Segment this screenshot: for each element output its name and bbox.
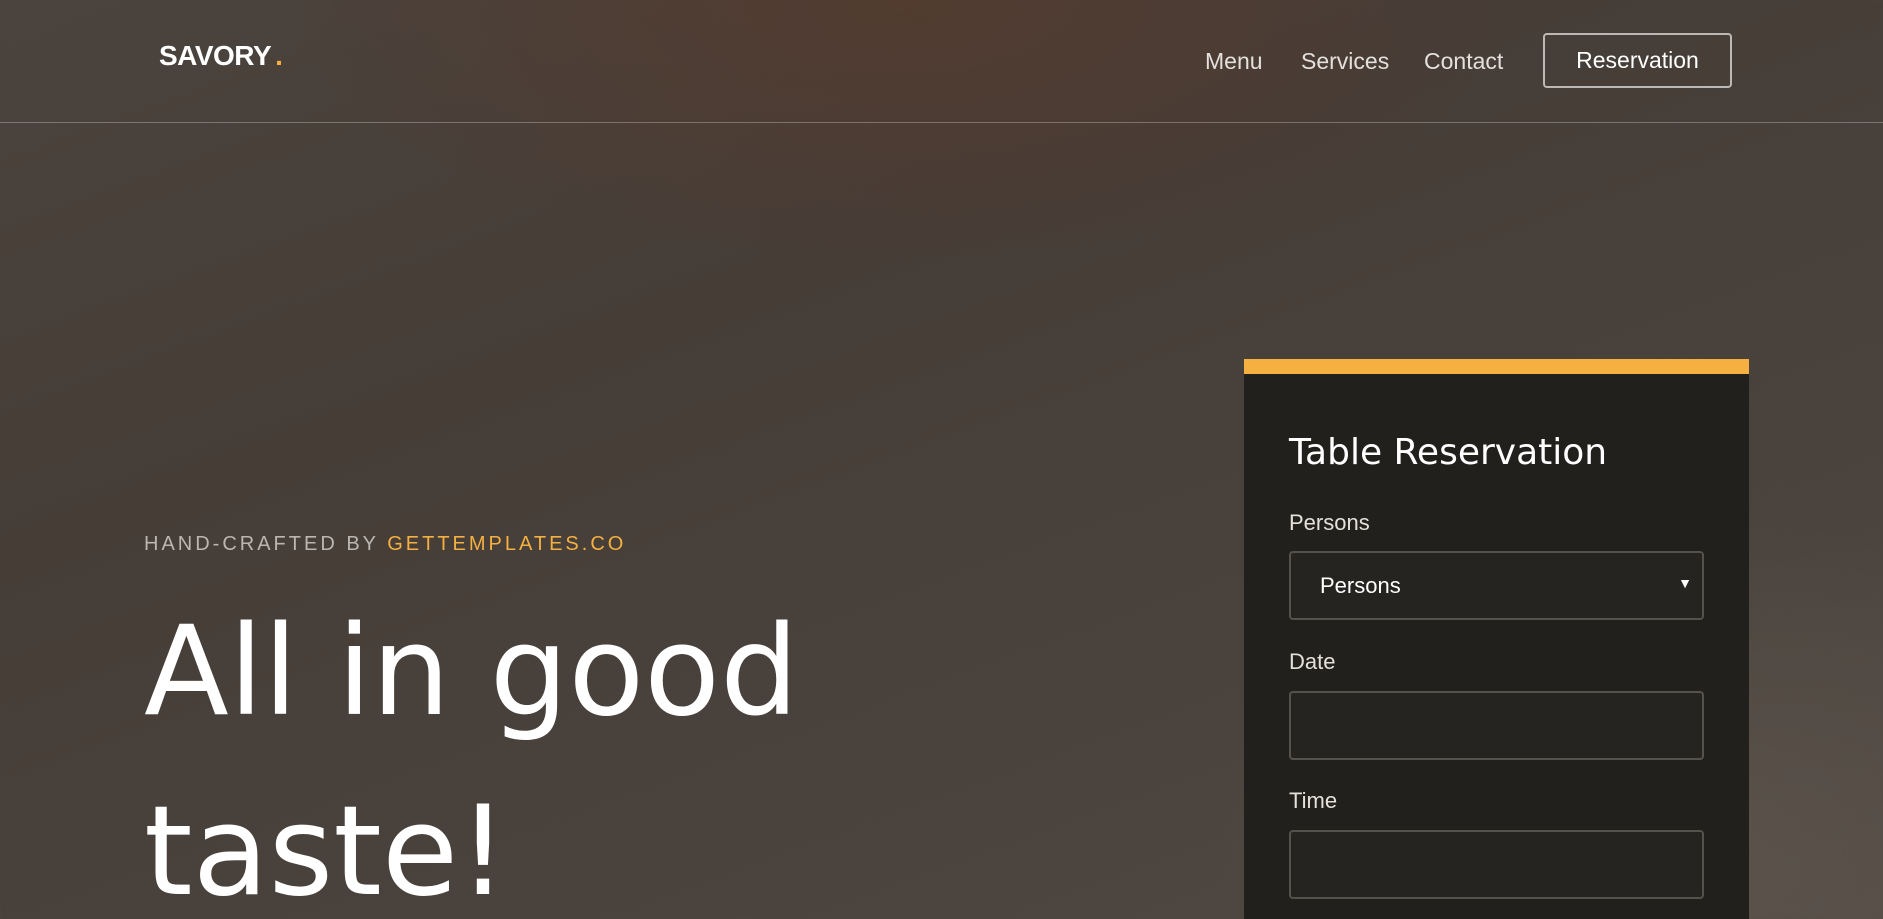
logo-text[interactable]: SAVORY [159, 40, 272, 71]
nav-link-services[interactable]: Services [1301, 48, 1389, 75]
site-header: SAVORY. Menu Services Contact Reservatio… [0, 0, 1883, 123]
hero-title: All in good taste! [144, 600, 799, 919]
date-label: Date [1289, 649, 1336, 674]
persons-select-value: Persons [1320, 573, 1401, 598]
reservation-card: Table Reservation Persons Persons ▼ Date… [1244, 359, 1749, 919]
chevron-down-icon: ▼ [1678, 575, 1692, 591]
logo-dot: . [275, 40, 283, 71]
time-input[interactable] [1289, 830, 1704, 899]
nav-link-contact[interactable]: Contact [1424, 48, 1503, 75]
site-logo[interactable]: SAVORY. [159, 40, 283, 72]
reservation-button[interactable]: Reservation [1543, 33, 1732, 88]
reservation-title: Table Reservation [1289, 432, 1608, 473]
persons-select[interactable]: Persons ▼ [1289, 551, 1704, 620]
date-input[interactable] [1289, 691, 1704, 760]
time-label: Time [1289, 788, 1338, 813]
persons-label: Persons [1289, 510, 1370, 535]
eyebrow-prefix: HAND-CRAFTED BY [144, 533, 379, 555]
nav-link-menu[interactable]: Menu [1205, 48, 1263, 75]
hero-eyebrow: HAND-CRAFTED BY GETTEMPLATES.CO [144, 533, 626, 556]
eyebrow-brand-link[interactable]: GETTEMPLATES.CO [387, 533, 626, 555]
